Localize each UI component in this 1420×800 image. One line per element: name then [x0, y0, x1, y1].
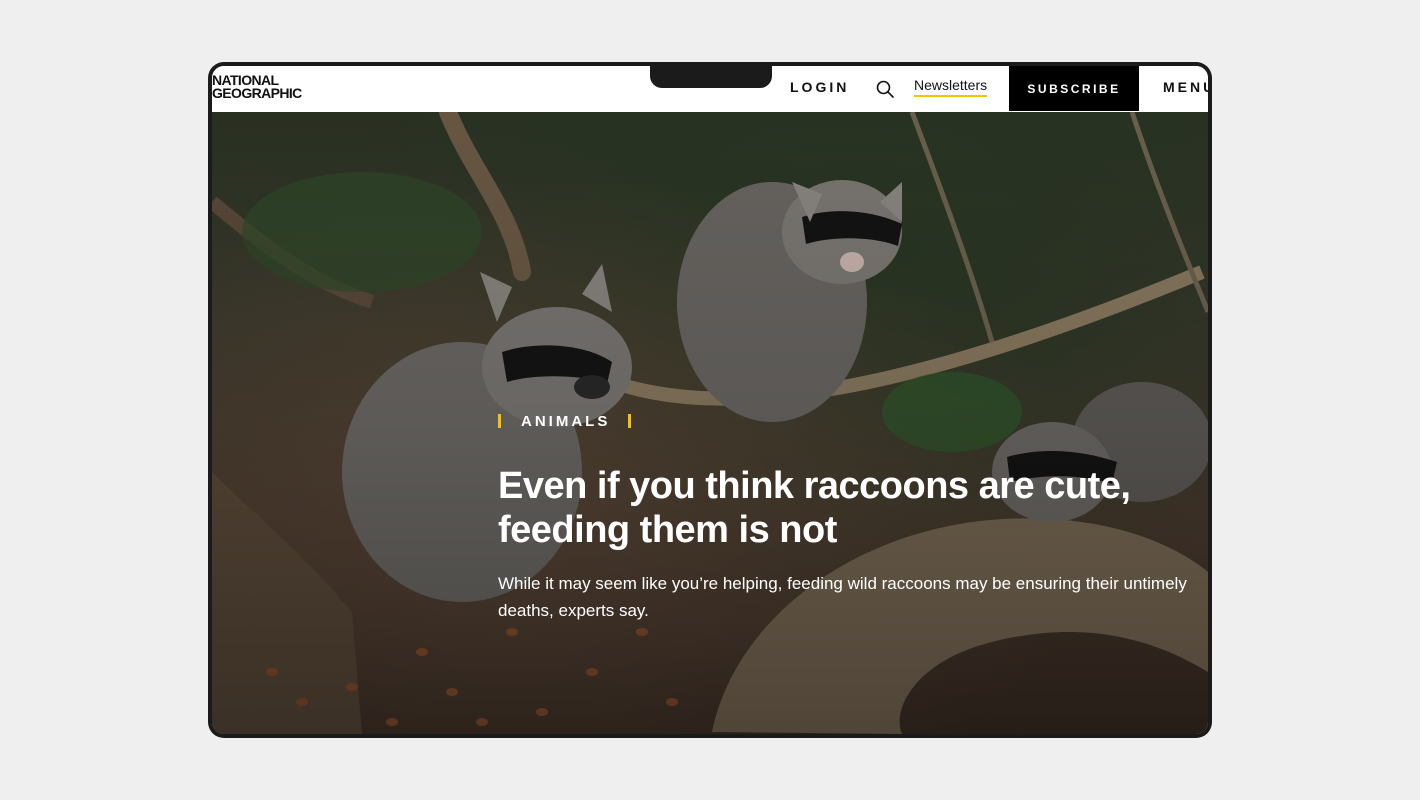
kicker-bar-left: [498, 414, 501, 428]
login-link[interactable]: LOGIN: [790, 79, 849, 95]
device-frame: NATIONAL GEOGRAPHIC LOGIN Newsletters SU…: [208, 62, 1212, 738]
search-icon[interactable]: [876, 80, 894, 98]
subscribe-button[interactable]: SUBSCRIBE: [1009, 66, 1139, 111]
logo-line-2: GEOGRAPHIC: [212, 85, 302, 101]
browser-screen: NATIONAL GEOGRAPHIC LOGIN Newsletters SU…: [212, 66, 1208, 734]
natgeo-logo[interactable]: NATIONAL GEOGRAPHIC: [212, 73, 302, 101]
hero-shade: [212, 112, 1208, 734]
device-notch: [650, 66, 772, 88]
category-text: ANIMALS: [521, 412, 611, 430]
category-label[interactable]: ANIMALS: [498, 412, 632, 430]
hero-image[interactable]: ANIMALS Even if you think raccoons are c…: [212, 112, 1208, 734]
article-dek: While it may seem like you’re helping, f…: [498, 574, 1187, 620]
newsletters-link[interactable]: Newsletters: [914, 77, 988, 97]
article-headline[interactable]: Even if you think raccoons are cute, fee…: [498, 464, 1198, 552]
kicker-bar-right: [628, 414, 632, 428]
menu-button[interactable]: MENU: [1163, 79, 1208, 95]
